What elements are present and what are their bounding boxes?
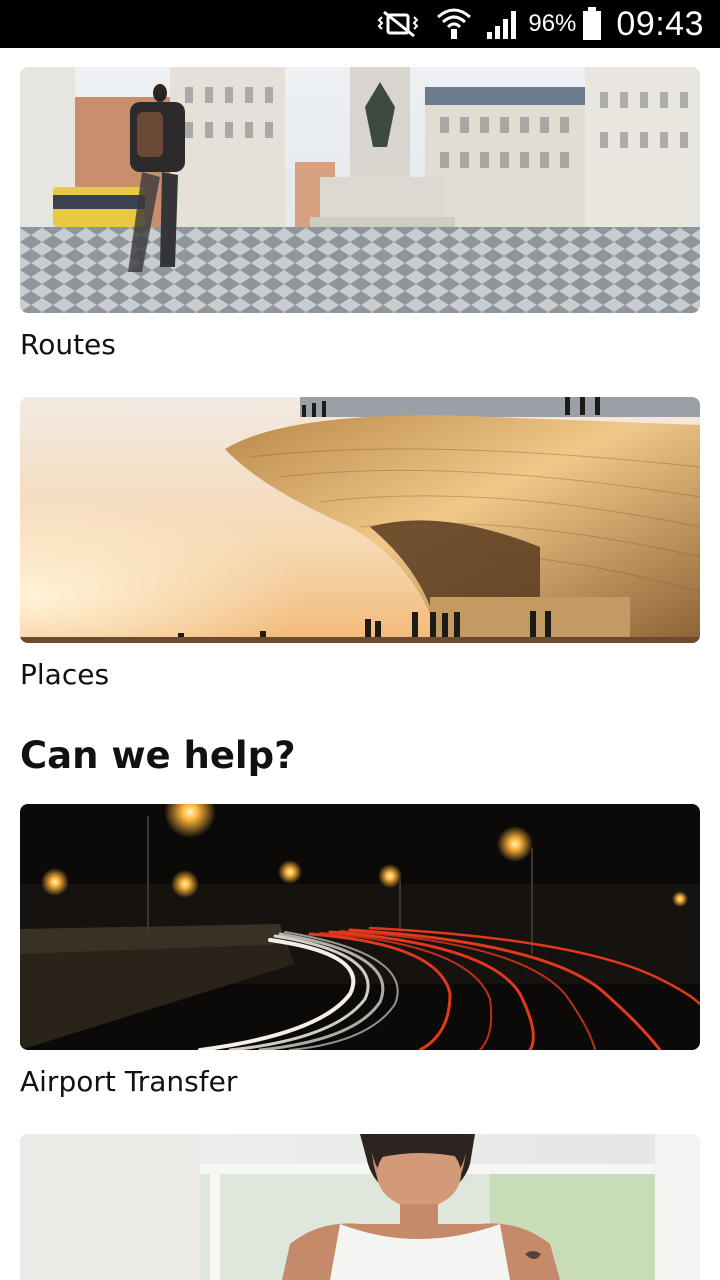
battery-icon xyxy=(582,7,602,41)
man-portrait-photo[interactable] xyxy=(20,1134,700,1280)
signal-icon xyxy=(486,8,520,40)
museum-sunset-photo[interactable] xyxy=(20,397,700,643)
airport-transfer-label: Airport Transfer xyxy=(20,1065,238,1098)
places-label: Places xyxy=(20,658,110,691)
wifi-icon xyxy=(436,7,472,41)
vibrate-mute-icon xyxy=(376,9,422,39)
battery-percent: 96% xyxy=(528,10,577,37)
places-card[interactable]: Places xyxy=(20,397,700,691)
routes-label: Routes xyxy=(20,328,116,361)
help-section-title: Can we help? xyxy=(20,734,296,777)
clock: 09:43 xyxy=(616,4,704,43)
routes-card[interactable]: Routes xyxy=(20,67,700,361)
status-bar: 96% 09:43 xyxy=(0,0,720,48)
city-square-photo[interactable] xyxy=(20,67,700,313)
airport-transfer-card[interactable]: Airport Transfer xyxy=(20,804,700,1098)
night-highway-photo[interactable] xyxy=(20,804,700,1050)
portrait-card[interactable] xyxy=(20,1134,700,1280)
